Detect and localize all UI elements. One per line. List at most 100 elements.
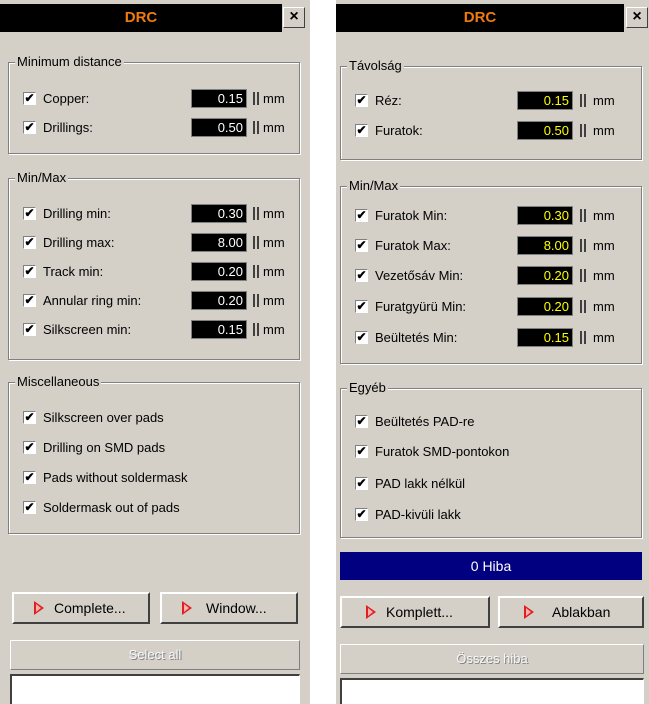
spin-icon[interactable] [580,239,586,252]
rule-label: Réz: [375,93,402,108]
rule-row-beultetes-pad-re: ✔ Beültetés PAD-re [355,411,625,433]
checkbox-soldermask-out-of-pads[interactable]: ✔ [23,501,36,514]
spin-icon[interactable] [253,236,259,249]
value-field-furatok-max[interactable]: 8.00 [517,236,573,255]
error-count-status: 0 Hiba [340,552,642,580]
rule-label: Silkscreen min: [43,322,132,337]
error-list[interactable] [10,674,300,704]
value-field-furatok-min[interactable]: 0.30 [517,206,573,225]
unit-label: mm [263,91,285,106]
group-egyeb: Egyéb ✔ Beültetés PAD-re ✔ Furatok SMD-p… [340,380,642,538]
value-text: 0.30 [543,208,569,223]
close-button[interactable]: × [283,7,305,28]
value-field-silkscreen-min[interactable]: 0.15 [191,320,247,339]
error-list[interactable] [340,678,644,704]
checkbox-beultetes-pad-re[interactable]: ✔ [355,415,368,428]
group-minimum-distance: Minimum distance ✔ Copper: 0.15 mm ✔ Dri… [8,54,300,154]
unit-label: mm [593,238,615,253]
value-text: 0.20 [217,293,243,308]
group-legend: Miscellaneous [15,374,102,390]
rule-label: Drilling min: [43,206,111,221]
rule-row-soldermask-out-of-pads: ✔ Soldermask out of pads [23,497,283,519]
value-text: 8.00 [543,238,569,253]
value-text: 0.15 [543,93,569,108]
rule-label: Annular ring min: [43,293,142,308]
checkbox-drilling-on-smd-pads[interactable]: ✔ [23,441,36,454]
value-field-drilling-max[interactable]: 8.00 [191,233,247,252]
value-text: 0.30 [217,206,243,221]
rule-label: Pads without soldermask [43,470,188,485]
spin-icon[interactable] [580,269,586,282]
checkbox-beultetes-min[interactable]: ✔ [355,331,368,344]
group-miscellaneous: Miscellaneous ✔ Silkscreen over pads ✔ D… [8,374,300,534]
play-icon [182,601,192,615]
value-field-copper[interactable]: 0.15 [191,89,247,108]
value-field-vezetosav-min[interactable]: 0.20 [517,266,573,285]
rule-label: Furatgyürü Min: [375,299,467,314]
rule-label: Drillings: [43,120,93,135]
checkbox-furatok-min[interactable]: ✔ [355,209,368,222]
value-field-furatgyuru-min[interactable]: 0.20 [517,297,573,316]
window-button[interactable]: Ablakban [498,596,644,628]
spin-icon[interactable] [580,209,586,222]
spin-icon[interactable] [253,207,259,220]
spin-icon[interactable] [253,294,259,307]
checkbox-silkscreen-min[interactable]: ✔ [23,323,36,336]
value-field-furatok[interactable]: 0.50 [517,121,573,140]
complete-button[interactable]: Complete... [12,592,150,624]
complete-button[interactable]: Komplett... [340,596,490,628]
button-label: Complete... [54,600,126,616]
checkbox-annular-ring-min[interactable]: ✔ [23,294,36,307]
checkbox-pad-kivuli-lakk[interactable]: ✔ [355,508,368,521]
spin-icon[interactable] [580,124,586,137]
checkbox-pad-lakk-nelkul[interactable]: ✔ [355,477,368,490]
close-button[interactable]: × [626,7,648,28]
checkbox-silkscreen-over-pads[interactable]: ✔ [23,411,36,424]
spin-icon[interactable] [580,300,586,313]
checkbox-drilling-min[interactable]: ✔ [23,207,36,220]
rule-label: Drilling max: [43,235,115,250]
unit-label: mm [593,299,615,314]
unit-label: mm [263,293,285,308]
checkbox-drillings[interactable]: ✔ [23,121,36,134]
spin-icon[interactable] [253,121,259,134]
value-field-annular-ring-min[interactable]: 0.20 [191,291,247,310]
button-label: Window... [206,600,267,616]
checkbox-vezetosav-min[interactable]: ✔ [355,269,368,282]
value-text: 0.50 [217,120,243,135]
spin-icon[interactable] [253,265,259,278]
unit-label: mm [263,120,285,135]
select-all-button[interactable]: Select all [10,640,300,670]
value-field-drillings[interactable]: 0.50 [191,118,247,137]
play-icon [366,605,376,619]
unit-label: mm [593,268,615,283]
rule-label: Beültetés PAD-re [375,414,475,429]
group-legend: Min/Max [347,178,401,194]
value-field-rez[interactable]: 0.15 [517,91,573,110]
checkbox-furatok[interactable]: ✔ [355,124,368,137]
spin-icon[interactable] [253,323,259,336]
checkbox-pads-without-soldermask[interactable]: ✔ [23,471,36,484]
group-legend: Min/Max [15,170,69,186]
value-field-drilling-min[interactable]: 0.30 [191,204,247,223]
value-field-track-min[interactable]: 0.20 [191,262,247,281]
all-errors-button[interactable]: Összes hiba [340,644,644,674]
checkbox-copper[interactable]: ✔ [23,92,36,105]
value-field-beultetes-min[interactable]: 0.15 [517,328,573,347]
rule-row-pads-without-soldermask: ✔ Pads without soldermask [23,467,283,489]
checkbox-furatok-smd-pontokon[interactable]: ✔ [355,445,368,458]
checkbox-track-min[interactable]: ✔ [23,265,36,278]
checkbox-rez[interactable]: ✔ [355,94,368,107]
spin-icon[interactable] [253,92,259,105]
rule-label: Furatok Min: [375,208,448,223]
checkbox-furatgyuru-min[interactable]: ✔ [355,300,368,313]
value-text: 0.50 [543,123,569,138]
play-icon [524,605,534,619]
checkbox-furatok-max[interactable]: ✔ [355,239,368,252]
window-button[interactable]: Window... [160,592,298,624]
unit-label: mm [593,93,615,108]
rule-label: Furatok Max: [375,238,451,253]
checkbox-drilling-max[interactable]: ✔ [23,236,36,249]
spin-icon[interactable] [580,331,586,344]
spin-icon[interactable] [580,94,586,107]
